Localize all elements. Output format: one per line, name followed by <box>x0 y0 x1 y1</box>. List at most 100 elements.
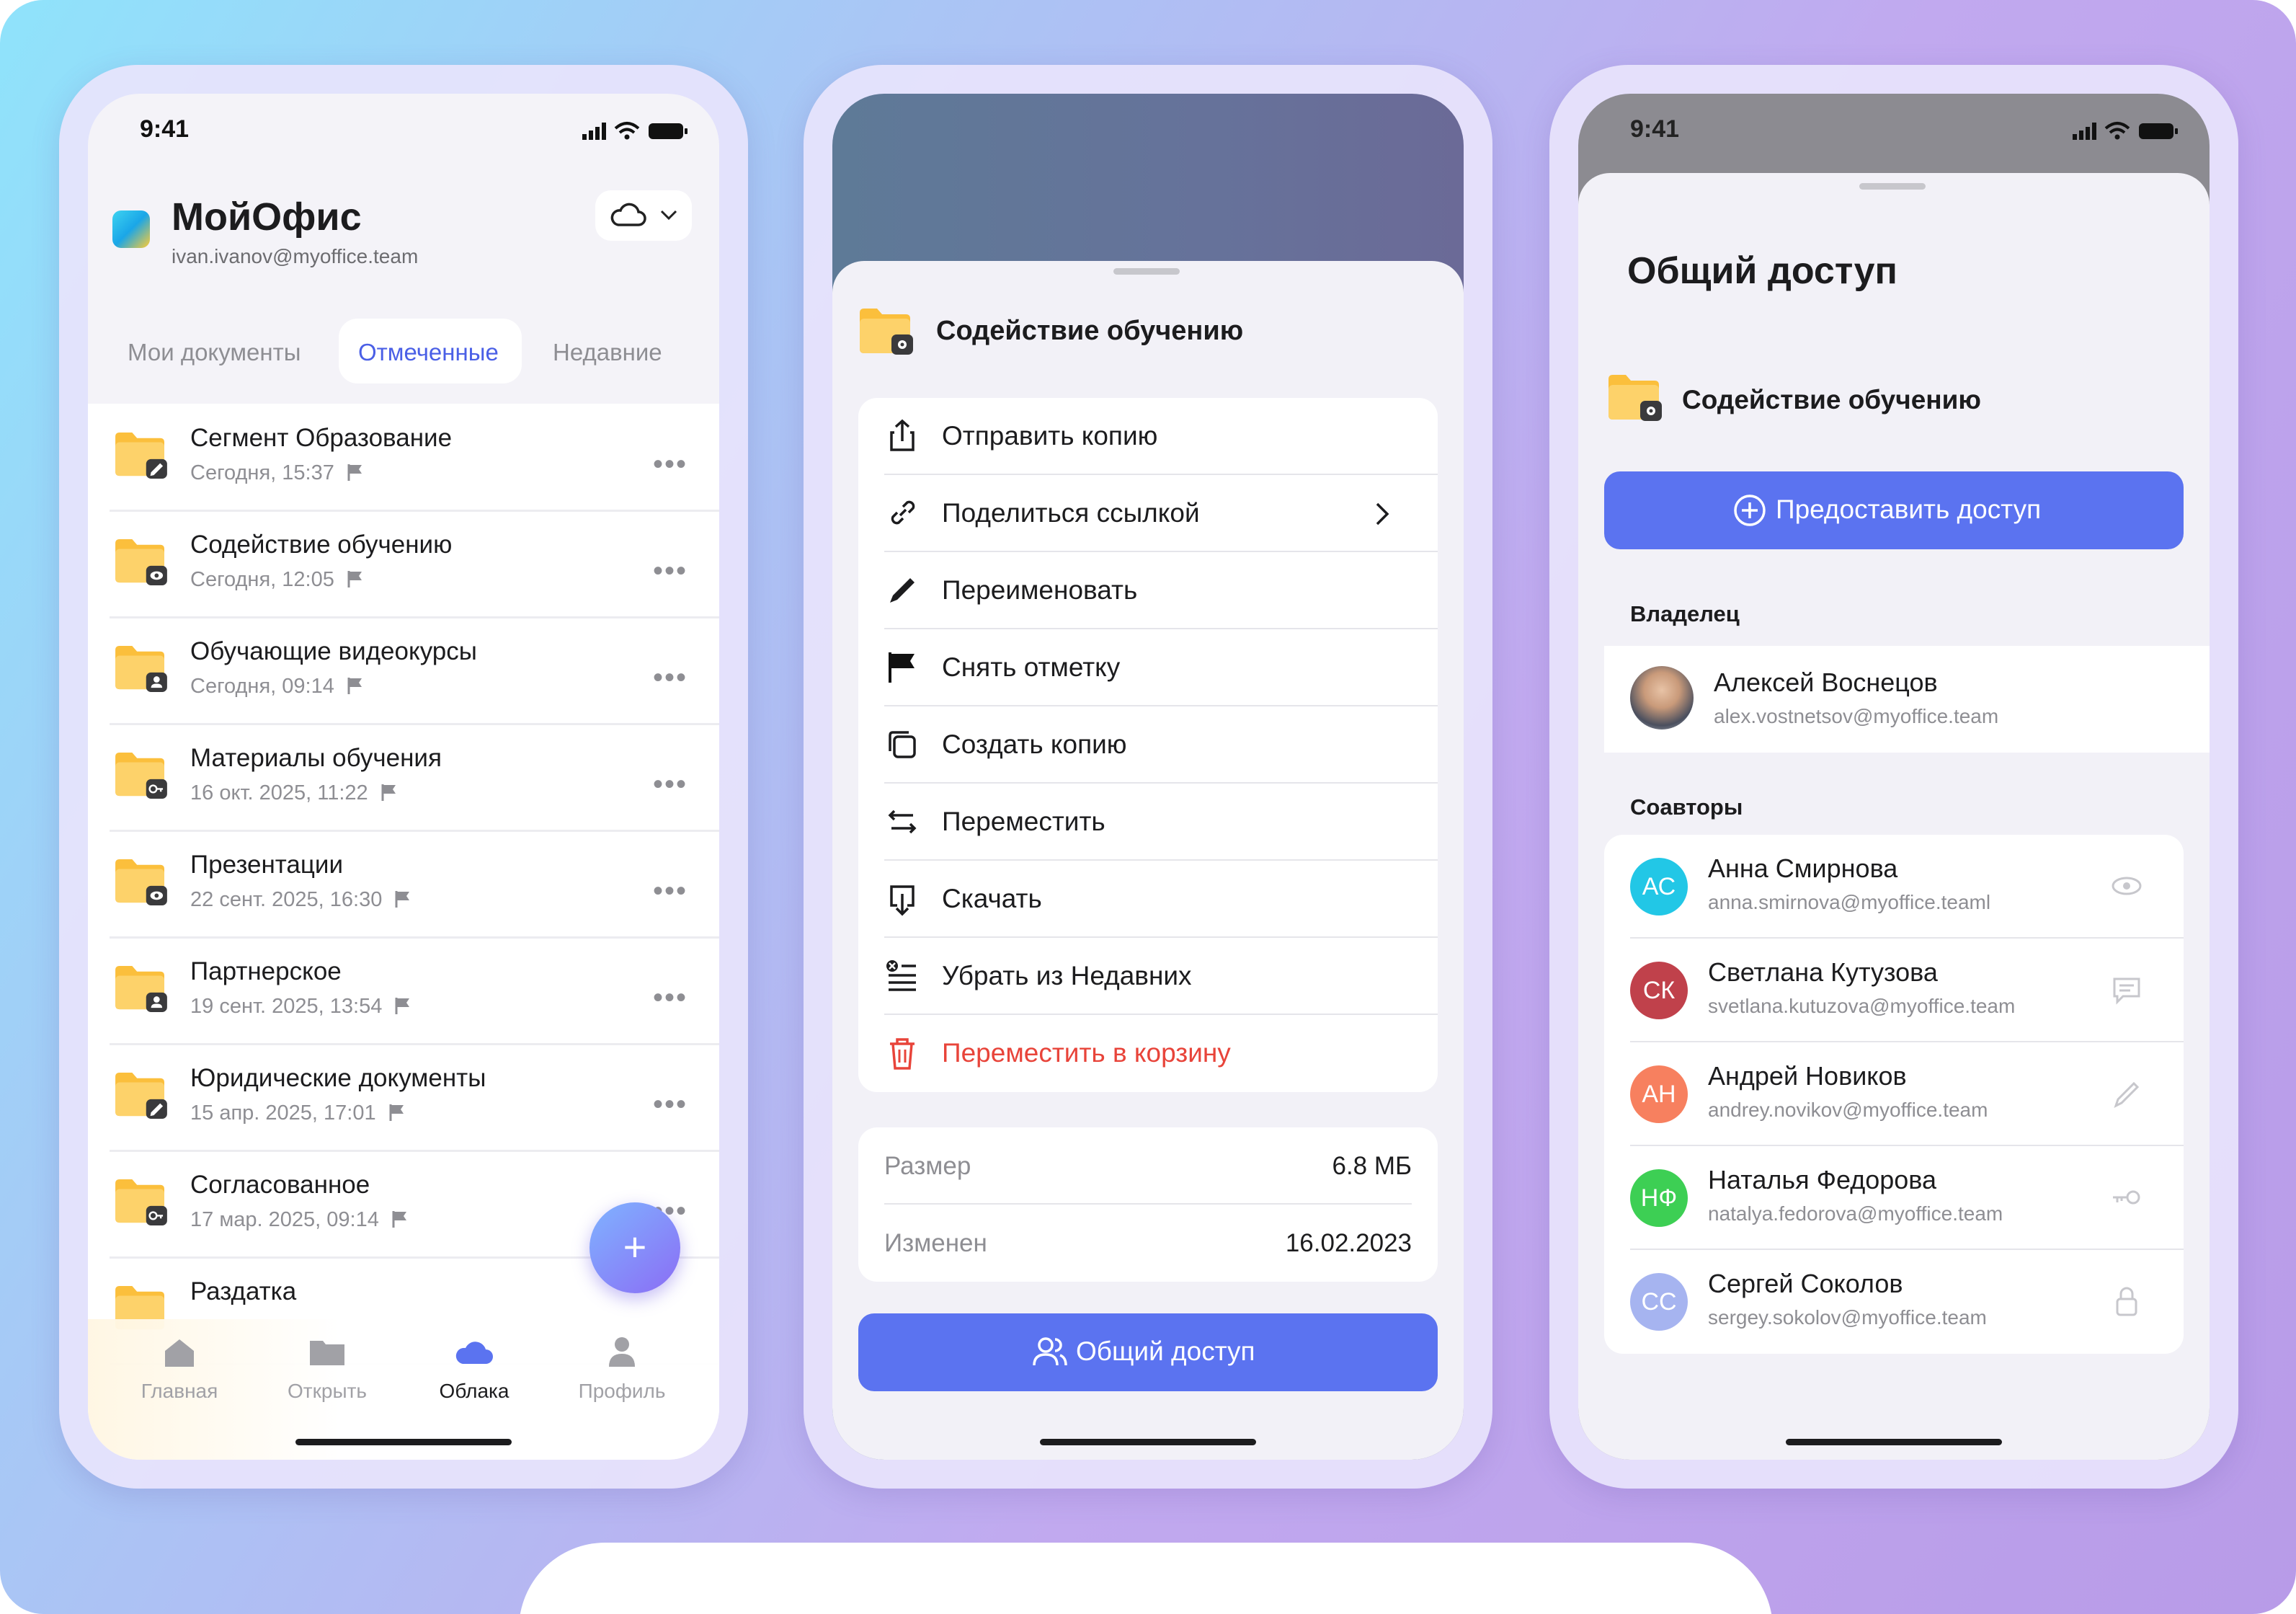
info-size-key: Размер <box>884 1152 971 1180</box>
file-date: Сегодня, 12:05 <box>190 568 365 592</box>
tab-starred[interactable]: Отмеченные <box>358 339 499 366</box>
folder-key-icon <box>114 751 167 799</box>
more-options-icon[interactable]: ••• <box>653 555 688 587</box>
flag-icon <box>381 784 396 801</box>
storage-switcher-button[interactable] <box>595 190 692 241</box>
coauthor-row[interactable]: СС Сергей Соколов sergey.sokolov@myoffice.… <box>1604 1250 2184 1354</box>
file-row[interactable]: Юридические документы 15 апр. 2025, 17:01… <box>88 1044 719 1152</box>
info-size-value: 6.8 МБ <box>1332 1152 1412 1180</box>
folder-eye-icon <box>114 858 167 905</box>
actions-screen: Содействие обучению Отправить копию Подел… <box>832 94 1464 1460</box>
flag-icon <box>395 998 410 1014</box>
file-date: 22 сент. 2025, 16:30 <box>190 888 412 912</box>
coauthor-avatar: НФ <box>1630 1169 1688 1227</box>
copy-icon <box>889 731 916 758</box>
menu-item-flag[interactable]: Снять отметку <box>858 629 1438 706</box>
tab-recent[interactable]: Недавние <box>553 339 662 366</box>
file-row[interactable]: Обучающие видеокурсы Сегодня, 09:14 ••• <box>88 617 719 725</box>
cloud-icon <box>455 1342 493 1364</box>
link-icon <box>891 500 915 525</box>
grant-access-label: Предоставить доступ <box>1776 495 2042 524</box>
key-icon[interactable] <box>2110 1181 2143 1214</box>
move-icon <box>888 810 917 834</box>
grant-access-button[interactable]: Предоставить доступ <box>1604 471 2184 549</box>
more-options-icon[interactable]: ••• <box>653 1088 688 1121</box>
menu-item-copy[interactable]: Создать копию <box>858 706 1438 784</box>
lock-icon[interactable] <box>2110 1285 2143 1318</box>
file-name: Сегмент Образование <box>190 424 453 452</box>
file-row[interactable]: Партнерское 19 сент. 2025, 13:54 ••• <box>88 937 719 1045</box>
flag-icon <box>347 464 362 481</box>
file-row[interactable]: Сегмент Образование Сегодня, 15:37 ••• <box>88 404 719 512</box>
more-options-icon[interactable]: ••• <box>653 448 688 481</box>
flag-icon <box>392 1211 406 1228</box>
owner-name: Алексей Воснецов <box>1714 668 1938 697</box>
coauthor-row[interactable]: АН Андрей Новиков andrey.novikov@myoffice.… <box>1604 1042 2184 1146</box>
file-date: 16 окт. 2025, 11:22 <box>190 781 399 805</box>
menu-item-label: Поделиться ссылкой <box>942 498 1200 528</box>
owner-heading: Владелец <box>1630 601 1740 626</box>
info-modified-row: Изменен 16.02.2023 <box>858 1205 1438 1282</box>
bottom-decorative-tab <box>519 1543 1773 1614</box>
folder-icon <box>1608 375 1662 421</box>
file-date-text: 17 мар. 2025, 09:14 <box>190 1208 379 1231</box>
nav-open[interactable]: Открыть <box>262 1334 392 1403</box>
status-bar: 9:41 <box>88 94 719 151</box>
file-date-text: 16 окт. 2025, 11:22 <box>190 781 368 804</box>
more-options-icon[interactable]: ••• <box>653 768 688 801</box>
menu-item-share[interactable]: Отправить копию <box>858 398 1438 475</box>
nav-clouds-label: Облака <box>439 1380 510 1402</box>
remove-recent-icon <box>886 960 916 991</box>
nav-home[interactable]: Главная <box>115 1334 244 1403</box>
sharing-screen: 9:41 Общий доступ Содействие обучению Пр… <box>1578 94 2210 1460</box>
nav-profile-label: Профиль <box>578 1380 666 1402</box>
file-name: Презентации <box>190 851 344 879</box>
actions-sheet: Содействие обучению Отправить копию Подел… <box>832 261 1464 1460</box>
home-indicator <box>1786 1439 2002 1445</box>
file-row[interactable]: Материалы обучения 16 окт. 2025, 11:22 ••• <box>88 724 719 832</box>
file-date-text: 22 сент. 2025, 16:30 <box>190 888 383 911</box>
download-icon <box>890 885 915 916</box>
nav-profile[interactable]: Профиль <box>557 1334 687 1403</box>
promo-canvas: 9:41 МойОфис ivan.ivanov@myoffice.team М… <box>0 0 2296 1614</box>
file-row[interactable]: Презентации 22 сент. 2025, 16:30 ••• <box>88 830 719 939</box>
file-date-text: Сегодня, 09:14 <box>190 675 334 698</box>
nav-open-label: Открыть <box>288 1380 367 1402</box>
menu-item-move[interactable]: Переместить <box>858 784 1438 861</box>
more-options-icon[interactable]: ••• <box>653 875 688 908</box>
menu-item-remove-recent[interactable]: Убрать из Недавних <box>858 938 1438 1015</box>
tab-my-documents[interactable]: Мои документы <box>128 339 301 366</box>
file-name: Юридические документы <box>190 1064 486 1092</box>
eye-icon[interactable] <box>2110 869 2143 903</box>
coauthor-row[interactable]: СК Светлана Кутузова svetlana.kutuzova@myo… <box>1604 939 2184 1042</box>
add-fab-button[interactable]: + <box>589 1202 680 1293</box>
file-list: Сегмент Образование Сегодня, 15:37 ••• Соде… <box>88 404 719 1460</box>
status-time: 9:41 <box>140 115 190 143</box>
more-options-icon[interactable]: ••• <box>653 982 688 1014</box>
flag-icon <box>347 678 362 694</box>
plus-circle-icon <box>1734 495 1766 526</box>
comment-icon[interactable] <box>2110 973 2143 1006</box>
menu-item-download[interactable]: Скачать <box>858 861 1438 938</box>
sheet-grabber <box>1113 268 1180 275</box>
myoffice-logo <box>112 210 150 248</box>
more-options-icon[interactable]: ••• <box>653 662 688 694</box>
share-access-label: Общий доступ <box>1076 1336 1255 1366</box>
menu-item-label: Переместить <box>942 807 1105 836</box>
folder-key-icon <box>114 1178 167 1225</box>
file-date-text: 15 апр. 2025, 17:01 <box>190 1101 376 1125</box>
coauthor-row[interactable]: АС Анна Смирнова anna.smirnova@myoffice.te… <box>1604 835 2184 939</box>
menu-item-trash[interactable]: Переместить в корзину <box>858 1015 1438 1092</box>
sheet-grabber <box>1859 183 1926 190</box>
pencil-icon[interactable] <box>2110 1077 2143 1110</box>
nav-clouds[interactable]: Облака <box>409 1334 539 1403</box>
menu-item-pencil[interactable]: Переименовать <box>858 552 1438 629</box>
coauthor-email: andrey.novikov@myoffice.team <box>1708 1099 1988 1121</box>
share-access-button[interactable]: Общий доступ <box>858 1313 1438 1391</box>
owner-email: alex.vostnetsov@myoffice.team <box>1714 705 1999 727</box>
file-name: Согласованное <box>190 1171 370 1199</box>
coauthor-row[interactable]: НФ Наталья Федорова natalya.fedorova@myoff… <box>1604 1146 2184 1250</box>
menu-item-link[interactable]: Поделиться ссылкой <box>858 475 1438 552</box>
owner-row[interactable]: Алексей Воснецов alex.vostnetsov@myoffic… <box>1604 646 2210 753</box>
file-row[interactable]: Содействие обучению Сегодня, 12:05 ••• <box>88 510 719 618</box>
